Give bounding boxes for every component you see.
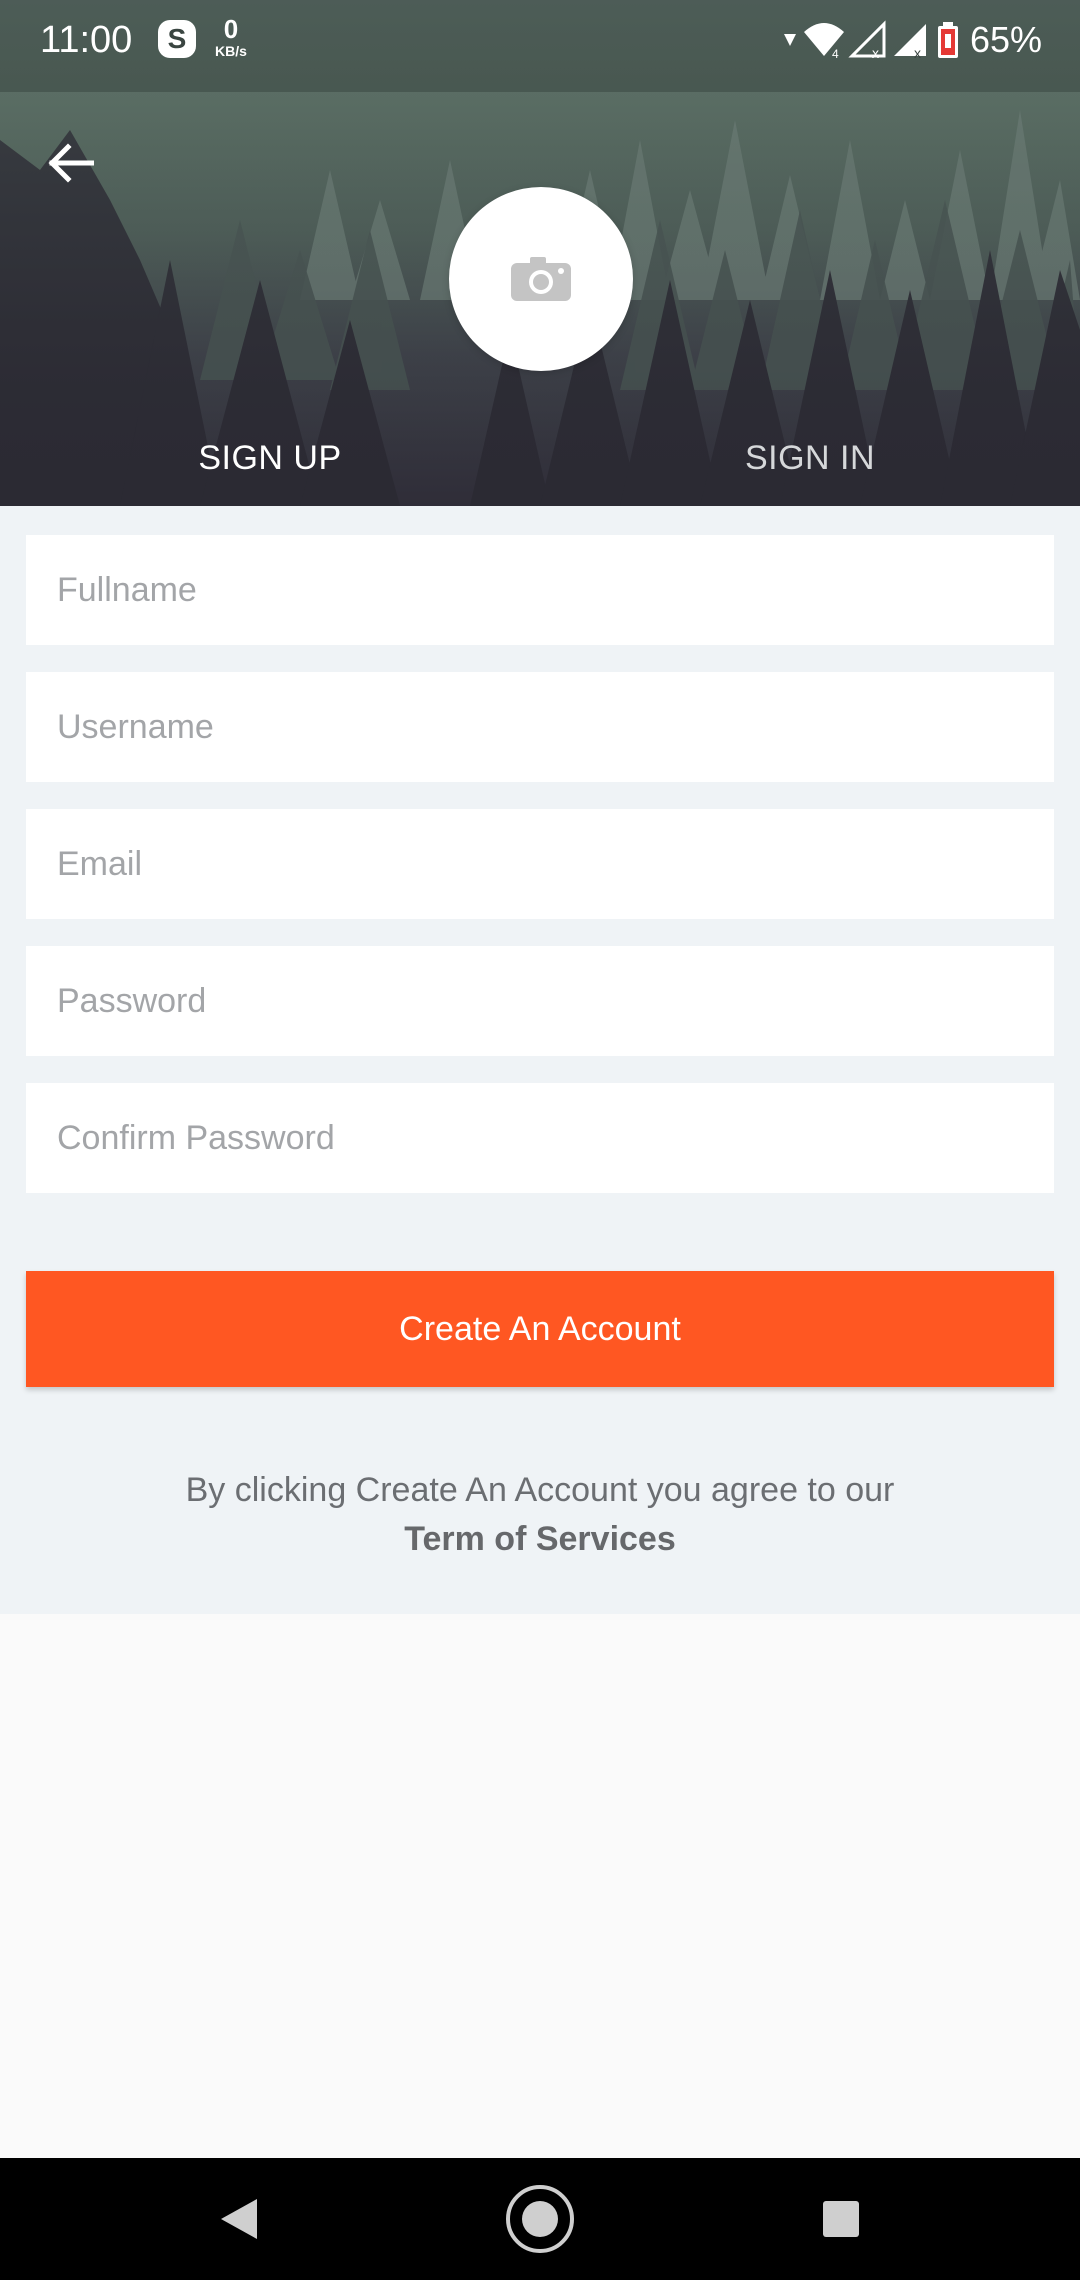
svg-text:x: x bbox=[914, 45, 921, 60]
signal-2-icon: x bbox=[893, 24, 926, 60]
nav-back-button[interactable] bbox=[178, 2158, 300, 2280]
terms-text: By clicking Create An Account you agree … bbox=[185, 1471, 895, 1509]
camera-icon bbox=[511, 257, 571, 301]
terms-notice: By clicking Create An Account you agree … bbox=[0, 1466, 1080, 1564]
nav-recents-button[interactable] bbox=[780, 2158, 902, 2280]
tab-sign-in[interactable]: SIGN IN bbox=[710, 438, 910, 478]
location-arrow-icon bbox=[783, 34, 796, 46]
svg-text:x: x bbox=[872, 45, 879, 60]
wifi-icon: 4 bbox=[803, 23, 844, 60]
nav-home-button[interactable] bbox=[479, 2158, 601, 2280]
create-account-button[interactable]: Create An Account bbox=[26, 1271, 1054, 1387]
system-navigation-bar bbox=[0, 2158, 1080, 2280]
signal-1-icon: x bbox=[848, 20, 886, 60]
email-field[interactable] bbox=[26, 809, 1054, 919]
tab-sign-up[interactable]: SIGN UP bbox=[170, 438, 370, 478]
svg-text:4: 4 bbox=[832, 47, 839, 60]
status-time: 11:00 bbox=[40, 19, 133, 61]
status-icons: 4 x x 65% bbox=[782, 16, 1042, 64]
battery-percent: 65% bbox=[969, 19, 1042, 60]
arrow-left-icon bbox=[48, 143, 94, 183]
status-bar: 11:00 S 0 KB/s 4 x x 65% bbox=[0, 0, 1080, 92]
fullname-field[interactable] bbox=[26, 535, 1054, 645]
circle-home-icon bbox=[506, 2185, 574, 2253]
network-speed-value: 0 bbox=[223, 14, 239, 44]
triangle-back-icon bbox=[221, 2199, 257, 2239]
battery-icon bbox=[937, 22, 958, 58]
square-recents-icon bbox=[823, 2201, 859, 2237]
password-field[interactable] bbox=[26, 946, 1054, 1056]
username-field[interactable] bbox=[26, 672, 1054, 782]
network-speed-indicator: 0 KB/s bbox=[210, 16, 252, 58]
skype-notification-icon: S bbox=[158, 20, 196, 58]
terms-of-services-link[interactable]: Term of Services bbox=[404, 1515, 676, 1564]
network-speed-unit: KB/s bbox=[215, 43, 247, 59]
header-hero: 11:00 S 0 KB/s 4 x x 65% SIGN UP SIGN IN bbox=[0, 0, 1080, 506]
confirm-password-field[interactable] bbox=[26, 1083, 1054, 1193]
back-button[interactable] bbox=[40, 132, 102, 194]
signup-form: Create An Account By clicking Create An … bbox=[0, 506, 1080, 1614]
signup-screen: 11:00 S 0 KB/s 4 x x 65% SIGN UP SIGN IN… bbox=[0, 0, 1080, 2280]
profile-photo-picker[interactable] bbox=[449, 187, 633, 371]
